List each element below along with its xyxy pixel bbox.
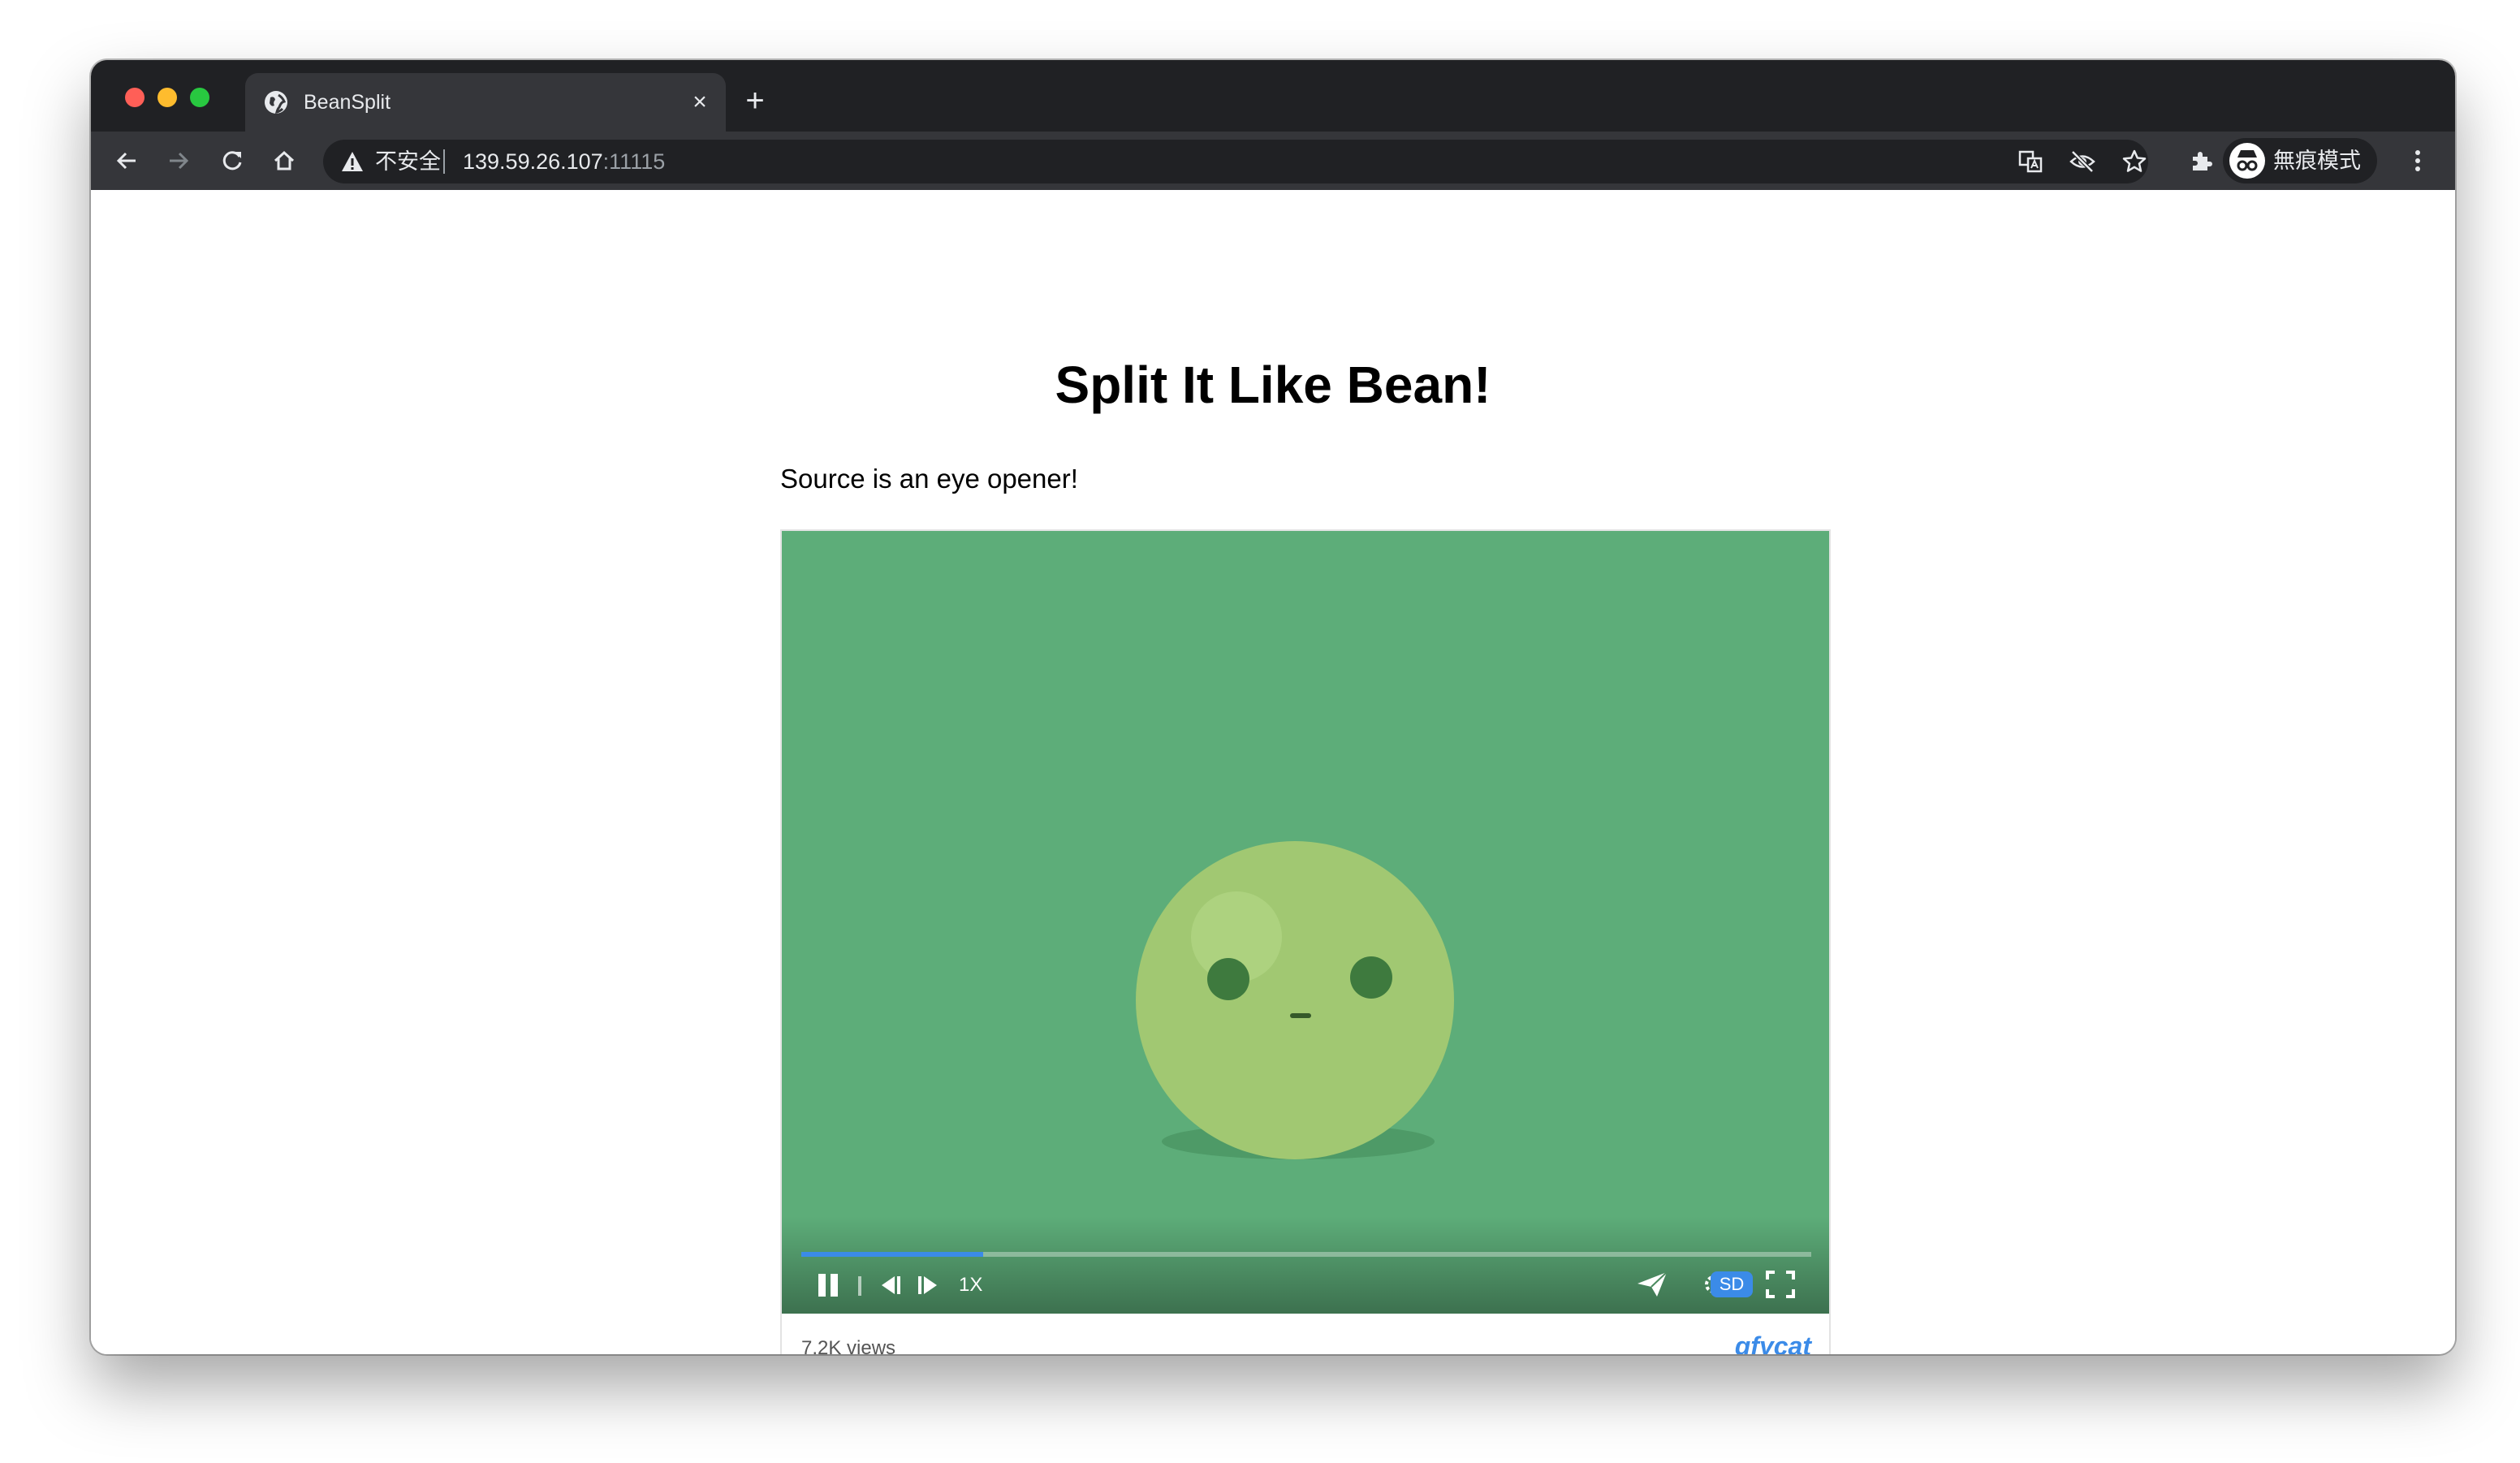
forward-icon[interactable] <box>161 143 196 179</box>
address-bar[interactable]: 不安全 139.59.26.107:11115 <box>323 140 2148 183</box>
page-title: Split It Like Bean! <box>1055 356 1491 414</box>
extensions-icon[interactable] <box>2184 143 2220 179</box>
gfycat-player: 1X SD 7.2K views gfycat <box>780 529 1831 1354</box>
browser-window: BeanSplit × + 不安全 139.59.26.107:11115 無痕… <box>91 60 2455 1354</box>
security-label[interactable]: 不安全 <box>375 148 441 175</box>
eye-off-icon[interactable] <box>2069 148 2096 175</box>
page-subtitle: Source is an eye opener! <box>780 464 1078 494</box>
controls-gradient <box>782 1216 1829 1314</box>
incognito-label: 無痕模式 <box>2273 149 2361 173</box>
tab-beansplit[interactable]: BeanSplit × <box>245 73 726 132</box>
player-footer: 7.2K views gfycat <box>782 1314 1829 1354</box>
progress-bar[interactable] <box>801 1252 1811 1257</box>
more-menu-icon[interactable] <box>2400 143 2436 179</box>
incognito-badge[interactable]: 無痕模式 <box>2223 138 2377 183</box>
frame-forward-icon[interactable] <box>915 1273 943 1297</box>
tab-title: BeanSplit <box>304 91 391 114</box>
controls-divider <box>858 1276 861 1296</box>
view-count: 7.2K views <box>801 1337 896 1354</box>
url-port: :11115 <box>602 149 666 174</box>
progress-fill <box>801 1252 983 1257</box>
incognito-icon <box>2229 143 2265 179</box>
quality-sd-badge[interactable]: SD <box>1711 1271 1753 1297</box>
omnibox-divider <box>443 149 445 174</box>
video-area[interactable]: 1X SD <box>782 531 1829 1314</box>
tab-close-icon[interactable]: × <box>688 90 711 114</box>
translate-icon[interactable] <box>2017 148 2044 175</box>
gfycat-logo[interactable]: gfycat <box>1735 1331 1811 1354</box>
bean-illustration <box>1136 841 1454 1159</box>
frame-back-icon[interactable] <box>876 1273 904 1297</box>
reload-icon[interactable] <box>214 143 250 179</box>
speed-button[interactable]: 1X <box>959 1273 982 1297</box>
zoom-window-button[interactable] <box>190 88 209 107</box>
globe-icon <box>263 89 289 115</box>
page-content: Split It Like Bean! Source is an eye ope… <box>91 190 2455 1354</box>
home-icon[interactable] <box>266 143 302 179</box>
bookmark-star-icon[interactable] <box>2121 148 2148 175</box>
back-icon[interactable] <box>109 143 145 179</box>
share-icon[interactable] <box>1636 1270 1668 1299</box>
browser-toolbar: 不安全 139.59.26.107:11115 無痕模式 <box>91 132 2455 190</box>
tab-strip: BeanSplit × + <box>91 60 2455 132</box>
new-tab-button[interactable]: + <box>740 84 770 117</box>
pause-icon[interactable] <box>814 1271 842 1299</box>
minimize-window-button[interactable] <box>158 88 177 107</box>
url-text[interactable]: 139.59.26.107:11115 <box>463 148 665 175</box>
close-window-button[interactable] <box>125 88 145 107</box>
fullscreen-icon[interactable] <box>1764 1270 1797 1299</box>
url-host: 139.59.26.107 <box>463 149 603 174</box>
warning-icon[interactable] <box>341 151 364 172</box>
